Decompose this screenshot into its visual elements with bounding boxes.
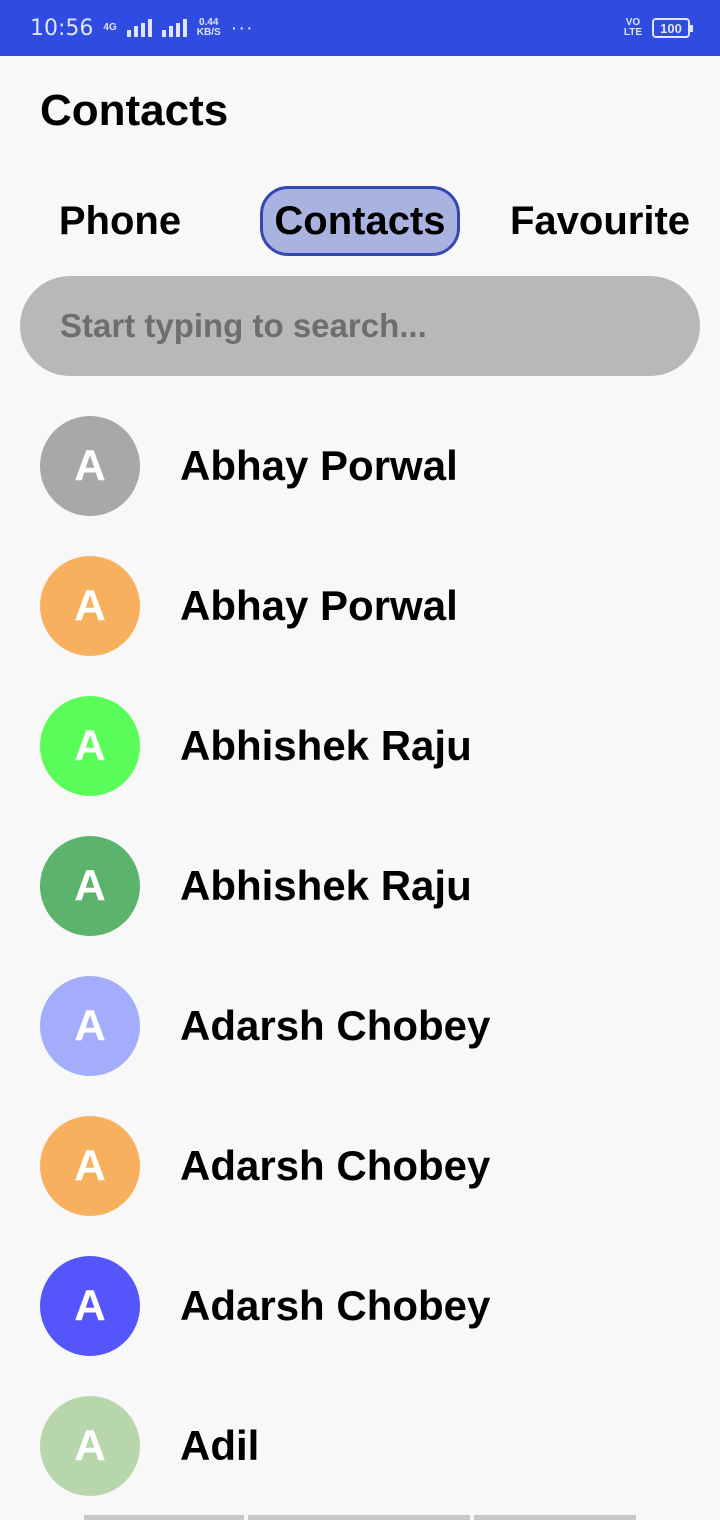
contact-name: Adarsh Chobey [180,1002,491,1049]
contact-avatar: A [40,556,140,656]
volte-bottom: LTE [623,27,642,38]
bottom-bar-segment [474,1515,636,1520]
contact-name: Adil [180,1422,260,1469]
contact-name: Abhay Porwal [180,582,458,629]
bottom-navigation-bar [84,1515,636,1520]
more-notifications-icon: ··· [230,16,254,39]
bottom-bar-segment [248,1515,470,1520]
bottom-bar-segment [84,1515,244,1520]
contact-list-item[interactable]: A Abhishek Raju [0,816,720,956]
page-title: Contacts [40,86,229,135]
network-type-label: 4G [103,22,117,33]
contact-avatar: A [40,1396,140,1496]
contact-list-item[interactable]: A Abhishek Raju [0,676,720,816]
contact-avatar: A [40,836,140,936]
contact-name: Abhishek Raju [180,722,472,769]
contact-avatar: A [40,696,140,796]
network-speed-unit: KB/S [196,27,221,38]
network-speed: 0.44 KB/S [197,18,221,38]
status-bar: 10:56 4G 0.44 KB/S ··· VO LTE 100 [0,0,720,56]
status-time: 10:56 [30,15,94,41]
contact-list-item[interactable]: A Adil [0,1376,720,1516]
contact-avatar: A [40,1116,140,1216]
contact-avatar: A [40,416,140,516]
network-type-indicator: 4G [103,23,116,33]
search-bar[interactable] [20,276,700,376]
contact-list-item[interactable]: A Adarsh Chobey [0,1096,720,1236]
tab-contacts[interactable]: Contacts [260,186,460,256]
status-bar-right: VO LTE 100 [624,18,693,38]
battery-icon: 100 [652,18,693,38]
search-input[interactable] [60,307,660,345]
contact-name: Abhay Porwal [180,442,458,489]
contact-name: Abhishek Raju [180,862,472,909]
contact-name: Adarsh Chobey [180,1282,491,1329]
volte-icon: VO LTE [624,18,642,38]
contact-list: A Abhay Porwal A Abhay Porwal A Abhishek… [0,396,720,1516]
contact-avatar: A [40,976,140,1076]
contact-list-item[interactable]: A Adarsh Chobey [0,1236,720,1376]
contact-list-item[interactable]: A Adarsh Chobey [0,956,720,1096]
signal-icon [126,19,152,37]
tab-bar: Phone Contacts Favourite [0,186,720,256]
status-bar-left: 10:56 4G 0.44 KB/S ··· [30,16,254,41]
tab-phone[interactable]: Phone [40,186,200,256]
contact-avatar: A [40,1256,140,1356]
contact-list-item[interactable]: A Abhay Porwal [0,536,720,676]
contact-list-item[interactable]: A Abhay Porwal [0,396,720,536]
signal-icon-2 [161,19,187,37]
tab-favourite[interactable]: Favourite [498,186,702,256]
contact-name: Adarsh Chobey [180,1142,491,1189]
